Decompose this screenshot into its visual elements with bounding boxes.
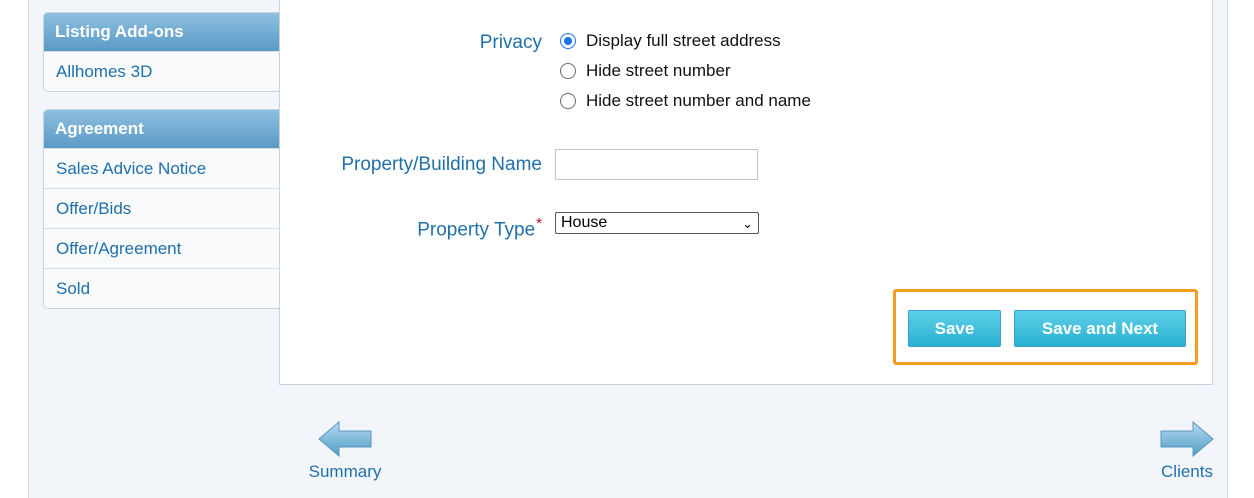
arrow-left-icon	[318, 420, 372, 458]
required-marker: *	[536, 215, 542, 232]
save-and-next-button[interactable]: Save and Next	[1014, 310, 1186, 347]
property-type-select[interactable]: House ⌄	[555, 212, 759, 234]
radio-hide-number[interactable]	[560, 63, 576, 79]
building-name-label: Property/Building Name	[341, 154, 542, 175]
sidebar-group-agreement: Agreement Sales Advice Notice Offer/Bids…	[43, 109, 279, 309]
sidebar-item-sold[interactable]: Sold	[44, 268, 279, 308]
nav-previous[interactable]: Summary	[306, 420, 384, 482]
sidebar-item-offer-agreement[interactable]: Offer/Agreement	[44, 228, 279, 268]
sidebar-item-allhomes-3d[interactable]: Allhomes 3D	[44, 51, 279, 91]
building-name-input[interactable]	[555, 149, 758, 180]
privacy-option-display-full[interactable]: Display full street address	[560, 31, 781, 51]
sidebar-group-listing-addons: Listing Add-ons Allhomes 3D	[43, 12, 279, 92]
privacy-option-label: Hide street number	[586, 61, 731, 80]
sidebar-header-agreement: Agreement	[44, 110, 279, 148]
privacy-option-label: Display full street address	[586, 31, 781, 50]
radio-display-full[interactable]	[560, 33, 576, 49]
property-type-label-text: Property Type	[417, 219, 536, 241]
privacy-option-hide-number-name[interactable]: Hide street number and name	[560, 91, 811, 111]
property-type-value: House	[561, 214, 608, 231]
arrow-right-icon	[1160, 420, 1214, 458]
save-button[interactable]: Save	[908, 310, 1001, 347]
nav-previous-label: Summary	[308, 462, 382, 481]
nav-next-label: Clients	[1161, 462, 1213, 481]
privacy-option-label: Hide street number and name	[586, 91, 811, 110]
sidebar-item-offer-bids[interactable]: Offer/Bids	[44, 188, 279, 228]
nav-next[interactable]: Clients	[1156, 420, 1218, 482]
sidebar-header-listing-addons: Listing Add-ons	[44, 13, 279, 51]
radio-hide-number-name[interactable]	[560, 93, 576, 109]
privacy-option-hide-number[interactable]: Hide street number	[560, 61, 731, 81]
chevron-down-icon: ⌄	[742, 216, 753, 231]
privacy-label: Privacy	[479, 32, 542, 53]
property-type-label: Property Type*	[360, 215, 542, 241]
sidebar-item-sales-advice-notice[interactable]: Sales Advice Notice	[44, 148, 279, 188]
